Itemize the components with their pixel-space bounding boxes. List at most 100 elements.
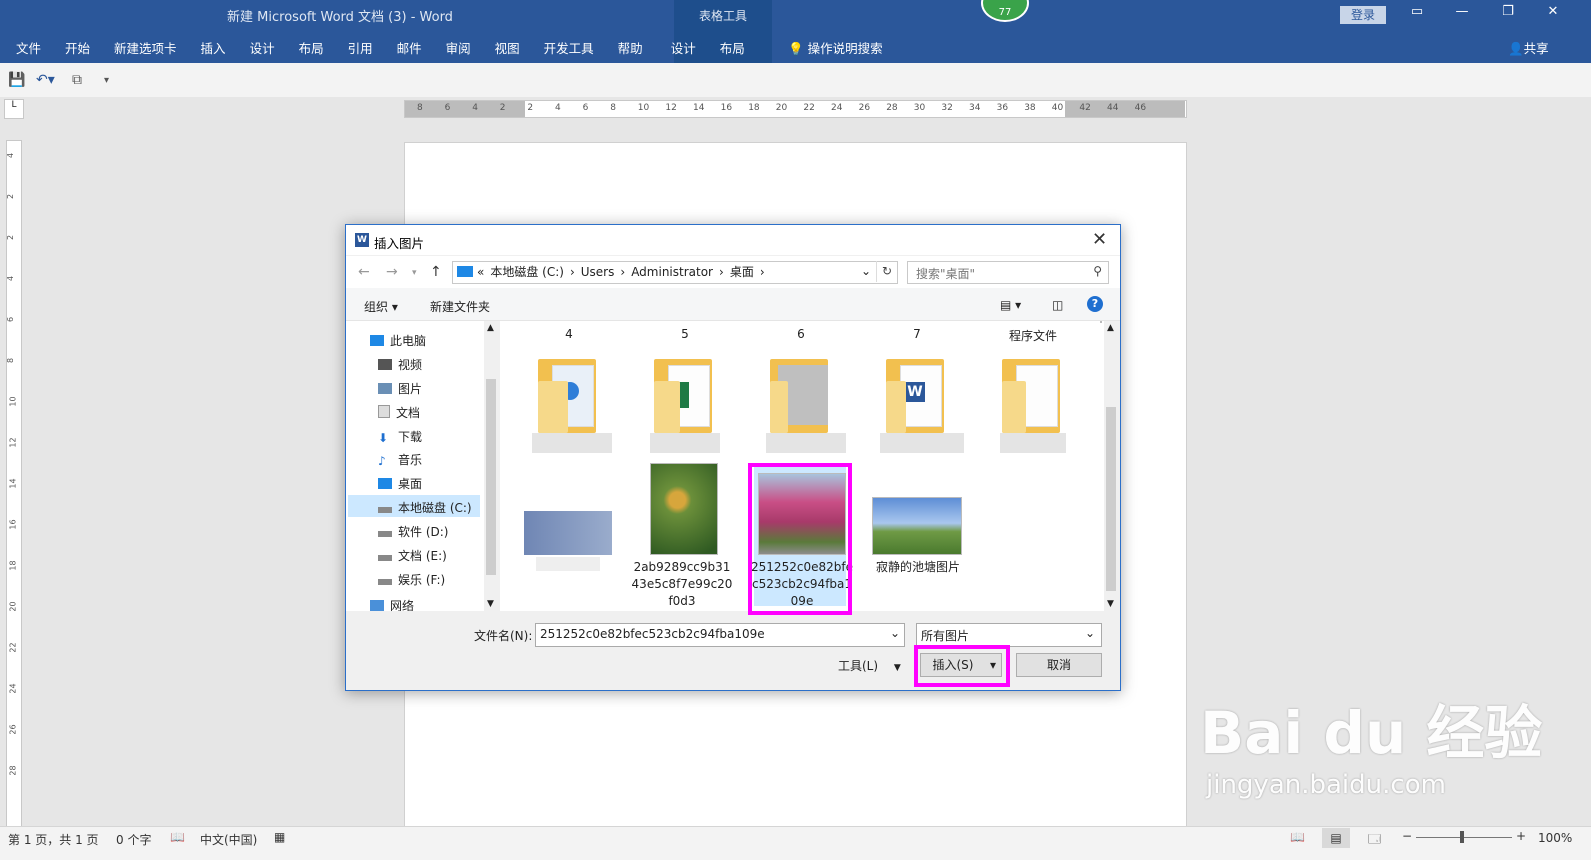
preview-pane-icon[interactable]: ◫ — [1052, 298, 1063, 312]
nav-pane-scrollbar[interactable]: ▲ ▼ — [484, 321, 498, 611]
new-folder-button[interactable]: 新建文件夹 — [430, 298, 490, 315]
zoom-level[interactable]: 100% — [1538, 831, 1572, 845]
baidu-watermark-url: jingyan.baidu.com — [1206, 770, 1446, 800]
help-icon[interactable]: ? — [1087, 296, 1103, 312]
share-button[interactable]: 👤共享 — [1508, 38, 1549, 57]
nav-item-drive-c[interactable]: 本地磁盘 (C:) — [378, 499, 472, 516]
read-mode-icon[interactable]: 📖 — [1290, 830, 1305, 844]
page-count[interactable]: 第 1 页，共 1 页 — [8, 831, 99, 848]
nav-item-pictures[interactable]: 图片 — [378, 380, 422, 397]
zoom-in-icon[interactable]: + — [1516, 829, 1526, 843]
chevron-down-icon[interactable]: ⌄ — [890, 626, 900, 640]
breadcrumb-drive[interactable]: 本地磁盘 (C:) — [490, 265, 564, 279]
up-arrow-icon[interactable]: ↑ — [430, 264, 442, 280]
organize-button[interactable]: 组织 ▾ — [364, 298, 398, 315]
scroll-down-icon[interactable]: ▼ — [487, 599, 494, 609]
close-icon[interactable]: ✕ — [1092, 229, 1107, 250]
tab-layout[interactable]: 布局 — [287, 38, 336, 58]
flower-thumbnail[interactable] — [650, 463, 718, 555]
scrollbar-thumb[interactable] — [1106, 407, 1116, 591]
folder-icon[interactable] — [1002, 357, 1070, 433]
folder-icon[interactable] — [770, 357, 838, 433]
blurred-shortcut-icon[interactable] — [524, 511, 612, 555]
tools-button[interactable]: 工具(L) ▼ — [838, 657, 901, 674]
format-icon[interactable]: ⧉ — [72, 72, 82, 88]
search-input[interactable]: 搜索"桌面" ⚲ — [907, 261, 1109, 284]
customize-icon[interactable]: ▾ — [104, 75, 109, 86]
tab-file[interactable]: 文件 — [0, 38, 53, 58]
tab-selector[interactable]: L — [4, 99, 24, 119]
web-layout-icon[interactable]: 🗔 — [1368, 830, 1381, 851]
scrollbar-thumb[interactable] — [486, 379, 496, 575]
nav-item-this-pc[interactable]: 此电脑 — [370, 332, 426, 349]
file-type-select[interactable]: 所有图片 ⌄ — [916, 623, 1102, 647]
nav-item-music[interactable]: ♪ 音乐 — [378, 451, 422, 468]
login-button[interactable]: 登录 — [1340, 6, 1386, 24]
tab-home[interactable]: 开始 — [53, 38, 102, 58]
scroll-up-icon[interactable]: ▲ — [487, 323, 494, 333]
folder-icon[interactable] — [538, 357, 606, 433]
language-indicator[interactable]: 中文(中国) — [200, 831, 257, 848]
tab-design[interactable]: 设计 — [238, 38, 287, 58]
nav-item-desktop[interactable]: 桌面 — [378, 475, 422, 492]
cancel-button[interactable]: 取消 — [1016, 653, 1102, 677]
zoom-slider-thumb[interactable] — [1460, 831, 1464, 843]
nav-item-videos[interactable]: 视频 — [378, 356, 422, 373]
tab-help[interactable]: 帮助 — [606, 38, 655, 58]
drive-icon — [378, 531, 392, 537]
nav-item-drive-f[interactable]: 娱乐 (F:) — [378, 571, 445, 588]
scroll-down-icon[interactable]: ▼ — [1107, 599, 1114, 609]
vertical-ruler[interactable]: 4 2 2 4 6 8 10 12 14 16 18 20 22 24 26 28 — [6, 140, 22, 828]
tab-table-design[interactable]: 设计 — [655, 38, 708, 58]
ruler-number: 22 — [803, 103, 815, 113]
address-dropdown-icon[interactable]: ⌄ — [861, 264, 871, 278]
folder-icon[interactable] — [654, 357, 722, 433]
address-bar[interactable]: « 本地磁盘 (C:) › Users › Administrator › 桌面 › ⌄ — [452, 261, 898, 284]
nav-item-downloads[interactable]: ⬇ 下载 — [378, 428, 422, 445]
tab-developer[interactable]: 开发工具 — [532, 38, 606, 58]
filename-input[interactable]: 251252c0e82bfec523cb2c94fba109e ⌄ — [535, 623, 905, 647]
refresh-icon[interactable]: ↻ — [876, 261, 897, 282]
tab-new[interactable]: 新建选项卡 — [102, 38, 189, 58]
minimize-icon[interactable]: — — [1447, 4, 1477, 19]
folder-label: 5 — [681, 327, 689, 341]
word-count[interactable]: 0 个字 — [116, 831, 151, 848]
file-list-scrollbar[interactable]: ▲ ▼ — [1104, 321, 1118, 611]
folder-icon[interactable]: W — [886, 357, 954, 433]
tab-insert[interactable]: 插入 — [189, 38, 238, 58]
macro-icon[interactable]: ▦ — [274, 830, 285, 844]
print-layout-icon[interactable]: ▤ — [1322, 828, 1350, 848]
breadcrumb-users[interactable]: Users — [581, 265, 615, 279]
proofing-icon[interactable]: 📖 — [170, 830, 185, 844]
ruler-number: 8 — [417, 103, 423, 113]
tab-review[interactable]: 审阅 — [434, 38, 483, 58]
view-options-icon[interactable]: ▤ ▾ — [1000, 298, 1021, 312]
tab-view[interactable]: 视图 — [483, 38, 532, 58]
undo-icon[interactable]: ↶▾ — [36, 72, 55, 88]
back-arrow-icon[interactable]: ← — [358, 264, 370, 280]
breadcrumb-overflow[interactable]: « — [477, 265, 484, 279]
nav-item-documents[interactable]: 文档 — [378, 404, 420, 421]
zoom-out-icon[interactable]: − — [1402, 829, 1412, 843]
save-icon[interactable]: 💾 — [8, 72, 25, 88]
tab-table-layout[interactable]: 布局 — [708, 38, 757, 58]
zoom-slider[interactable] — [1416, 837, 1512, 838]
horizontal-ruler[interactable]: 8 6 4 2 2 4 6 8 10 12 14 16 18 20 22 24 26 28 30 32 34 36 38 40… — [404, 100, 1187, 118]
recent-dropdown-icon[interactable]: ▾ — [412, 268, 417, 278]
breadcrumb-admin[interactable]: Administrator — [631, 265, 713, 279]
nav-item-drive-d[interactable]: 软件 (D:) — [378, 523, 448, 540]
tab-references[interactable]: 引用 — [336, 38, 385, 58]
ribbon-display-icon[interactable]: ▭ — [1402, 4, 1432, 19]
breadcrumb-desktop[interactable]: 桌面 — [730, 265, 754, 279]
lightbulb-icon: 💡 — [788, 41, 804, 56]
forward-arrow-icon[interactable]: → — [386, 264, 398, 280]
pond-thumbnail[interactable] — [872, 497, 962, 555]
restore-icon[interactable]: ❐ — [1493, 4, 1523, 19]
nav-item-network[interactable]: 网络 — [370, 597, 414, 611]
ruler-number: 14 — [693, 103, 705, 113]
nav-item-drive-e[interactable]: 文档 (E:) — [378, 547, 447, 564]
scroll-up-icon[interactable]: ▲ — [1107, 323, 1114, 333]
tab-mailings[interactable]: 邮件 — [385, 38, 434, 58]
tell-me-search[interactable]: 💡 操作说明搜索 — [788, 38, 883, 57]
close-window-icon[interactable]: ✕ — [1538, 4, 1568, 19]
